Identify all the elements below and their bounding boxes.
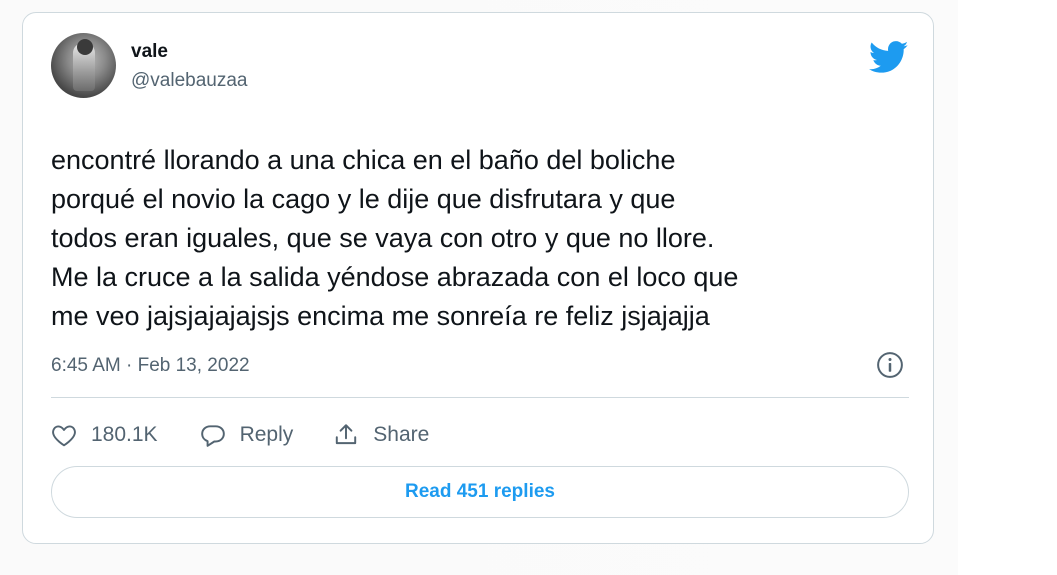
share-upload-icon: [336, 424, 357, 445]
like-button[interactable]: 180.1K: [51, 423, 158, 447]
share-label: Share: [373, 423, 430, 446]
avatar[interactable]: [51, 33, 116, 98]
tweet-text: encontré llorando a una chica en el baño…: [51, 145, 739, 331]
author-name[interactable]: vale: [131, 41, 168, 63]
action-bar: 180.1K Reply Share: [51, 417, 429, 453]
speech-bubble-icon: [200, 425, 225, 447]
tweet-timestamp[interactable]: 6:45 AM · Feb 13, 2022: [51, 355, 250, 377]
reply-button[interactable]: Reply: [200, 423, 294, 447]
twitter-bird-icon[interactable]: [869, 41, 909, 74]
read-replies-button[interactable]: Read 451 replies: [51, 466, 909, 518]
reply-label: Reply: [239, 423, 294, 446]
author-handle[interactable]: @valebauzaa: [131, 70, 247, 92]
share-button[interactable]: Share: [333, 423, 429, 447]
heart-icon: [52, 425, 76, 447]
tweet-card: vale @valebauzaa encontré llorando a una…: [22, 12, 934, 544]
divider: [51, 397, 909, 398]
info-icon[interactable]: [875, 350, 905, 380]
avatar-head: [77, 39, 93, 55]
like-count: 180.1K: [91, 423, 158, 446]
